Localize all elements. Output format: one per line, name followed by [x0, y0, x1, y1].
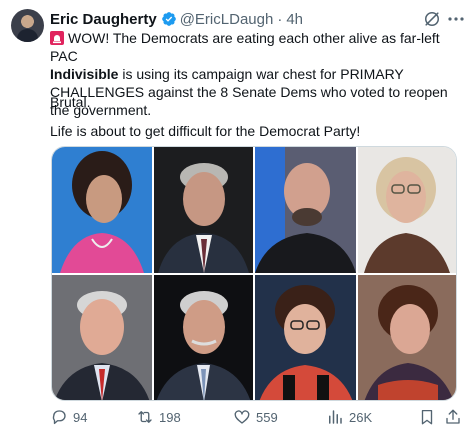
timestamp[interactable]: 4h: [286, 11, 303, 28]
grok-icon[interactable]: [422, 9, 442, 29]
like-count: 559: [256, 409, 278, 425]
separator: ·: [277, 10, 283, 28]
reply-button[interactable]: 94: [50, 405, 87, 429]
photo-6[interactable]: [154, 275, 253, 400]
more-icon[interactable]: [447, 13, 465, 25]
share-button[interactable]: [444, 405, 467, 429]
photo-8[interactable]: [358, 275, 456, 400]
repost-count: 198: [159, 409, 181, 425]
tweet-text-bold: Indivisible: [50, 66, 119, 82]
photo-7[interactable]: [255, 275, 356, 400]
views-count: 26K: [349, 409, 373, 425]
tweet-paragraph-1: WOW! The Democrats are eating each other…: [50, 29, 462, 119]
media-grid[interactable]: [51, 146, 457, 401]
share-icon: [446, 409, 460, 424]
tweet-text-line1: WOW! The Democrats are eating each other…: [50, 30, 440, 64]
tweet-actions: 94 198 559 26K: [50, 405, 462, 429]
photo-4[interactable]: [358, 147, 456, 273]
views-button[interactable]: 26K: [326, 405, 372, 429]
like-button[interactable]: 559: [233, 405, 278, 429]
tweet-text: WOW! The Democrats are eating each other…: [50, 29, 462, 139]
tweet-paragraph-2: Brutal.: [50, 94, 91, 110]
tweet-paragraph-3: Life is about to get difficult for the D…: [50, 123, 361, 139]
author-handle[interactable]: @EricLDaugh: [180, 11, 274, 28]
rotating-light-icon: [50, 31, 64, 45]
author-name[interactable]: Eric Daugherty: [50, 11, 157, 28]
repost-button[interactable]: 198: [136, 405, 181, 429]
repost-icon: [138, 411, 152, 423]
views-icon: [329, 410, 342, 424]
reply-count: 94: [73, 409, 88, 425]
photo-5[interactable]: [52, 275, 152, 400]
tweet-header: Eric Daugherty @EricLDaugh · 4h: [50, 9, 303, 29]
reply-icon: [52, 410, 66, 425]
like-icon: [234, 410, 250, 424]
photo-3[interactable]: [255, 147, 356, 273]
avatar[interactable]: [11, 9, 44, 42]
photo-1[interactable]: [52, 147, 152, 273]
bookmark-icon: [421, 409, 433, 425]
photo-2[interactable]: [154, 147, 253, 273]
bookmark-button[interactable]: [418, 405, 441, 429]
verified-badge-icon: [161, 12, 176, 26]
tweet[interactable]: Eric Daugherty @EricLDaugh · 4h WOW! The…: [0, 0, 470, 439]
